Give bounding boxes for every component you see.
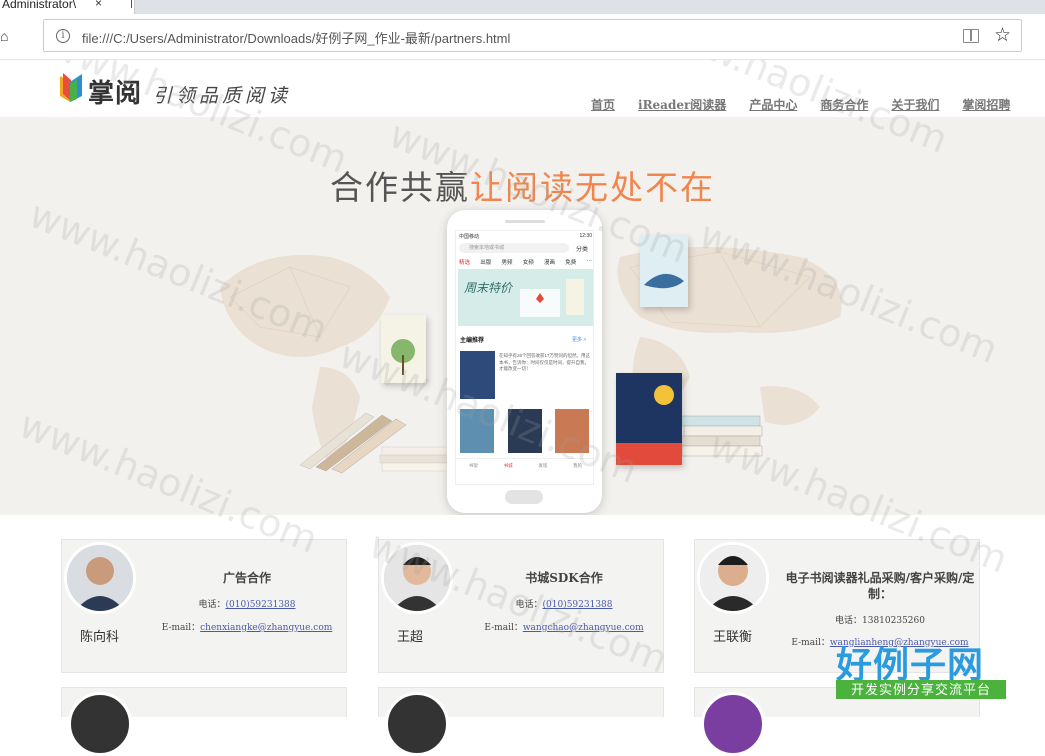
phone-book-cover [460, 409, 494, 453]
contact-card-ads: 陈向科 广告合作 电话：(010)59231388 E-mail：chenxia… [61, 539, 347, 673]
logo-text[interactable]: 掌阅 [88, 73, 142, 110]
phone-bottom-bar: 书架 书城 发现 我的 [456, 458, 593, 484]
phone-tab: 女频 [522, 260, 534, 266]
phone-section-title: 主编推荐 [460, 338, 485, 344]
contact-card-next-row [61, 687, 347, 756]
banner-title: 合作共赢让阅读无处不在 [0, 161, 1045, 209]
nav-ireader[interactable]: iReader阅读器 [638, 96, 726, 113]
site-watermark-badge: 好例子网 开发实例分享交流平台 [836, 636, 1006, 700]
phone-feature-art [520, 279, 584, 317]
phone-category: 分类 [576, 247, 589, 253]
nav-about[interactable]: 关于我们 [891, 96, 939, 113]
nav-jobs[interactable]: 掌阅招聘 [962, 96, 1010, 113]
avatar [697, 542, 769, 614]
tab-title: Administrator\ [2, 0, 77, 11]
contact-title: 电子书阅读器礼品采购/客户采购/定制： [785, 571, 975, 601]
contact-name: 王超 [397, 630, 424, 645]
phone-bottom-tab: 发现 [538, 463, 548, 468]
book-stack-left-illustration [299, 412, 453, 474]
email-link[interactable]: chenxiangke@zhangyue.com [200, 623, 332, 633]
phone-bottom-tab: 我的 [573, 463, 583, 468]
nav-products[interactable]: 产品中心 [749, 96, 797, 113]
floating-book-whale [640, 235, 688, 307]
site-header: 掌阅 引领品质阅读 首页 iReader阅读器 产品中心 商务合作 关于我们 掌… [0, 61, 1045, 117]
contact-email-line: E-mail：wangchao@zhangyue.com [469, 620, 659, 633]
email-link[interactable]: wangchao@zhangyue.com [523, 623, 644, 633]
phone-link[interactable]: (010)59231388 [543, 600, 613, 610]
phone-book-cover [555, 409, 589, 453]
hero-banner: 合作共赢让阅读无处不在 中国移动 12:30 搜索本地或书城 分类 精选 出版 … [0, 117, 1045, 515]
phone-book-cover [508, 409, 542, 453]
phone-tab: ··· [586, 258, 593, 264]
phone-book-cover [460, 351, 495, 399]
contact-name: 王联衡 [713, 630, 753, 645]
avatar [68, 692, 132, 756]
email-label: E-mail： [161, 623, 201, 633]
browser-tab[interactable]: Administrator\ × [0, 0, 135, 14]
main-nav: 首页 iReader阅读器 产品中心 商务合作 关于我们 掌阅招聘 [591, 96, 1033, 113]
contact-card-next-row [378, 687, 664, 756]
avatar [64, 542, 136, 614]
contact-card-sdk: 王超 书城SDK合作 电话：(010)59231388 E-mail：wangc… [378, 539, 664, 673]
phone-time: 12:30 [579, 233, 592, 239]
phone-feature-banner: 周末特价 [458, 269, 593, 326]
home-icon[interactable]: ⌂ [0, 28, 14, 44]
url-text[interactable]: file:///C:/Users/Administrator/Downloads… [82, 28, 510, 47]
floating-book-plant [381, 315, 426, 383]
contact-phone-line: 电话：(010)59231388 [469, 597, 659, 610]
phone-label: 电话： [198, 600, 226, 610]
phone-home-button [505, 490, 543, 504]
phone-tab: 男频 [501, 260, 513, 266]
contact-phone-line: 电话：13810235260 [785, 613, 975, 626]
phone-carrier: 中国移动 [459, 234, 480, 240]
phone-label: 电话： [515, 600, 543, 610]
floating-book-moon [616, 373, 682, 465]
nav-business[interactable]: 商务合作 [820, 96, 868, 113]
phone-feature-title: 周末特价 [464, 281, 513, 295]
browser-tab-bar: Administrator\ × [0, 0, 1045, 14]
banner-title-highlight: 让阅读无处不在 [470, 169, 715, 206]
phone-bottom-tab: 书城 [503, 463, 513, 468]
phone-book-desc: 在知乎有26个回答收获17万赞同的坦然。用这本书，告诉你：时间仅仅是时间，提升自… [499, 353, 591, 371]
avatar [385, 692, 449, 756]
badge-subtitle: 开发实例分享交流平台 [836, 680, 1006, 699]
phone-status-bar: 中国移动 12:30 [459, 233, 592, 240]
avatar [701, 692, 765, 756]
contact-title: 广告合作 [222, 571, 271, 585]
tab-close-icon[interactable]: × [95, 0, 102, 9]
phone-mockup: 中国移动 12:30 搜索本地或书城 分类 精选 出版 男频 女频 漫画 免费 … [447, 210, 602, 513]
info-icon[interactable]: i [56, 29, 70, 43]
phone-tab: 免费 [565, 260, 577, 266]
phone-link[interactable]: (010)59231388 [226, 600, 296, 610]
email-label: E-mail： [791, 638, 830, 648]
tab-separator [131, 0, 132, 8]
phone-tab: 精选 [459, 260, 471, 266]
banner-title-plain: 合作共赢 [330, 169, 470, 206]
phone-search-box: 搜索本地或书城 [459, 243, 569, 253]
contact-title: 书城SDK合作 [525, 571, 603, 585]
phone-value: 13810235260 [862, 616, 925, 626]
phone-label: 电话： [834, 616, 862, 626]
contact-email-line: E-mail：chenxiangke@zhangyue.com [152, 620, 342, 633]
phone-tab: 出版 [480, 260, 492, 266]
phone-screen: 中国移动 12:30 搜索本地或书城 分类 精选 出版 男频 女频 漫画 免费 … [455, 230, 594, 485]
avatar [381, 542, 453, 614]
phone-speaker [505, 220, 545, 223]
email-label: E-mail： [484, 623, 523, 633]
book-stack-right-illustration [677, 415, 763, 457]
bookmark-star-icon[interactable]: ☆ [994, 24, 1011, 47]
logo-slogan: 引领品质阅读 [153, 85, 292, 107]
logo-mark-icon[interactable] [58, 70, 84, 104]
phone-section-more: 更多 > [572, 337, 587, 343]
contact-name: 陈向科 [80, 630, 120, 645]
contact-phone-line: 电话：(010)59231388 [152, 597, 342, 610]
address-bar-area: ⌂ i file:///C:/Users/Administrator/Downl… [0, 14, 1045, 60]
phone-tabs: 精选 出版 男频 女频 漫画 免费 ··· [459, 258, 592, 266]
phone-tab: 漫画 [544, 260, 556, 266]
reader-mode-icon[interactable] [963, 29, 979, 43]
url-field[interactable]: i file:///C:/Users/Administrator/Downloa… [43, 19, 1022, 52]
nav-home[interactable]: 首页 [591, 96, 615, 113]
phone-bottom-tab: 书架 [468, 463, 478, 468]
